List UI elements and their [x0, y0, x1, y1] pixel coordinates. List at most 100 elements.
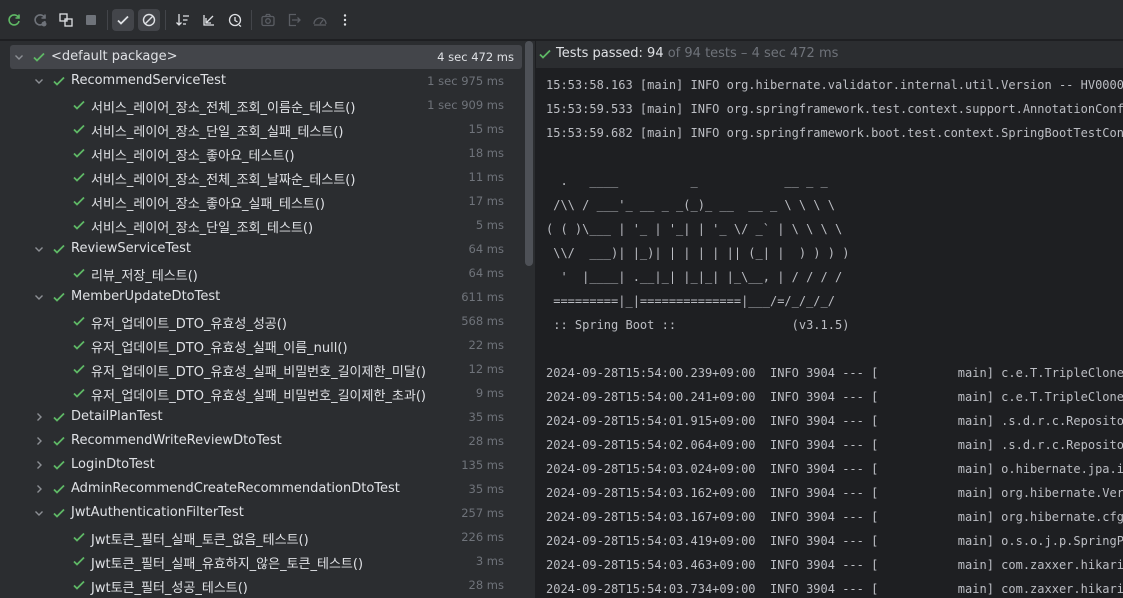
test-duration: 15 ms — [468, 122, 504, 136]
test-name: RecommendWriteReviewDtoTest — [71, 433, 282, 448]
show-ignored-icon[interactable] — [138, 9, 160, 31]
test-method-row[interactable]: 서비스_레이어_장소_단일_조회_실패_테스트() 15 ms — [0, 117, 520, 141]
test-class-row[interactable]: LoginDtoTest 135 ms — [0, 453, 520, 477]
console-line: 2024-09-28T15:54:03.162+09:00 INFO 3904 … — [546, 486, 1123, 500]
test-duration: 35 ms — [468, 410, 504, 424]
test-method-row[interactable]: 서비스_레이어_장소_단일_조회_테스트() 5 ms — [0, 213, 520, 237]
test-method-row[interactable]: 유저_업데이트_DTO_유효성_성공() 568 ms — [0, 309, 520, 333]
console-line: . ____ _ __ _ _ — [546, 174, 828, 188]
test-class-row[interactable]: DetailPlanTest 35 ms — [0, 405, 520, 429]
test-duration: 22 ms — [468, 338, 504, 352]
chevron-down-icon[interactable] — [12, 50, 26, 64]
test-package-row[interactable]: <default package> 4 sec 472 ms — [10, 45, 522, 69]
test-method-row[interactable]: Jwt토큰_필터_성공_테스트() 28 ms — [0, 573, 520, 597]
console-line: 15:53:59.682 [main] INFO org.springframe… — [546, 126, 1123, 140]
test-duration: 12 ms — [468, 362, 504, 376]
test-method-row[interactable]: 유저_업데이트_DTO_유효성_실패_비밀번호_길이제한_미달() 12 ms — [0, 357, 520, 381]
console-line: 2024-09-28T15:54:03.419+09:00 INFO 3904 … — [546, 534, 1123, 548]
toolbar-divider — [107, 10, 108, 30]
history-icon[interactable] — [224, 9, 246, 31]
test-class-row[interactable]: RecommendWriteReviewDtoTest 28 ms — [0, 429, 520, 453]
test-duration: 1 sec 975 ms — [427, 74, 504, 88]
show-passed-icon[interactable] — [112, 9, 134, 31]
test-method-row[interactable]: 서비스_레이어_장소_좋아요_테스트() 18 ms — [0, 141, 520, 165]
test-duration: 257 ms — [461, 506, 504, 520]
passed-check-icon — [52, 290, 66, 304]
test-name: ReviewServiceTest — [71, 241, 192, 256]
test-duration: 611 ms — [461, 290, 504, 304]
passed-check-icon — [52, 74, 66, 88]
test-method-row[interactable]: 유저_업데이트_DTO_유효성_실패_이름_null() 22 ms — [0, 333, 520, 357]
chevron-down-icon[interactable] — [32, 290, 46, 304]
chevron-right-icon[interactable] — [32, 434, 46, 448]
console-line: =========|_|==============|___/=/_/_/_/ — [546, 294, 835, 308]
status-prefix: Tests passed: — [556, 46, 648, 61]
passed-check-icon — [72, 266, 86, 280]
passed-check-icon — [72, 98, 86, 112]
export-icon[interactable] — [283, 9, 305, 31]
console-output[interactable]: Tests passed: 94 of 94 tests – 4 sec 472… — [536, 41, 1123, 598]
passed-check-icon — [52, 482, 66, 496]
passed-check-icon — [72, 194, 86, 208]
chevron-down-icon[interactable] — [32, 242, 46, 256]
test-method-row[interactable]: 서비스_레이어_장소_좋아요_실패_테스트() 17 ms — [0, 189, 520, 213]
test-duration: 64 ms — [468, 242, 504, 256]
passed-check-icon — [72, 170, 86, 184]
console-line: ' |____| .__|_| |_|_| |_\__, | / / / / — [546, 270, 843, 284]
coverage-icon[interactable] — [309, 9, 331, 31]
test-method-row[interactable]: 유저_업데이트_DTO_유효성_실패_비밀번호_길이제한_초과() 9 ms — [0, 381, 520, 405]
chevron-right-icon[interactable] — [32, 458, 46, 472]
test-name: DetailPlanTest — [71, 409, 163, 424]
console-line: 2024-09-28T15:54:00.241+09:00 INFO 3904 … — [546, 390, 1123, 404]
chevron-down-icon[interactable] — [32, 74, 46, 88]
test-duration: 17 ms — [468, 194, 504, 208]
test-duration: 226 ms — [461, 530, 504, 544]
test-duration: 35 ms — [468, 482, 504, 496]
toggle-auto-test-icon[interactable] — [55, 9, 77, 31]
test-class-row[interactable]: RecommendServiceTest 1 sec 975 ms — [0, 69, 520, 93]
rerun-failed-icon[interactable] — [29, 9, 51, 31]
test-method-row[interactable]: Jwt토큰_필터_실패_유효하지_않은_토큰_테스트() 3 ms — [0, 549, 520, 573]
sort-by-duration-icon[interactable] — [198, 9, 220, 31]
console-line: 2024-09-28T15:54:03.734+09:00 INFO 3904 … — [546, 582, 1123, 596]
console-line: 2024-09-28T15:54:01.915+09:00 INFO 3904 … — [546, 414, 1123, 428]
test-class-row[interactable]: AdminRecommendCreateRecommendationDtoTes… — [0, 477, 520, 501]
test-name: 유저_업데이트_DTO_유효성_실패_비밀번호_길이제한_초과() — [91, 389, 426, 404]
chevron-right-icon[interactable] — [32, 410, 46, 424]
console-line: 2024-09-28T15:54:03.463+09:00 INFO 3904 … — [546, 558, 1123, 572]
test-class-row[interactable]: ReviewServiceTest 64 ms — [0, 237, 520, 261]
passed-check-icon — [72, 386, 86, 400]
test-name: LoginDtoTest — [71, 457, 155, 472]
stop-icon[interactable] — [80, 9, 102, 31]
test-class-row[interactable]: MemberUpdateDtoTest 611 ms — [0, 285, 520, 309]
tree-scrollbar-thumb[interactable] — [525, 41, 533, 266]
screenshot-icon[interactable] — [257, 9, 279, 31]
console-line: 2024-09-28T15:54:03.167+09:00 INFO 3904 … — [546, 510, 1123, 524]
rerun-icon[interactable] — [3, 9, 25, 31]
test-name: Jwt토큰_필터_실패_토큰_없음_테스트() — [91, 533, 309, 548]
test-name: AdminRecommendCreateRecommendationDtoTes… — [71, 481, 400, 496]
console-line: 15:53:58.163 [main] INFO org.hibernate.v… — [546, 78, 1123, 92]
test-method-row[interactable]: 리뷰_저장_테스트() 64 ms — [0, 261, 520, 285]
sort-alphabetically-icon[interactable] — [172, 9, 194, 31]
chevron-down-icon[interactable] — [32, 506, 46, 520]
test-duration: 1 sec 909 ms — [427, 98, 504, 112]
test-duration: 18 ms — [468, 146, 504, 160]
test-duration: 28 ms — [468, 434, 504, 448]
test-duration: 4 sec 472 ms — [437, 50, 514, 64]
chevron-right-icon[interactable] — [32, 482, 46, 496]
test-method-row[interactable]: 서비스_레이어_장소_전체_조회_날짜순_테스트() 11 ms — [0, 165, 520, 189]
test-class-row[interactable]: JwtAuthenticationFilterTest 257 ms — [0, 501, 520, 525]
test-name: 유저_업데이트_DTO_유효성_성공() — [91, 317, 287, 332]
test-name: 유저_업데이트_DTO_유효성_실패_이름_null() — [91, 341, 348, 356]
test-method-row[interactable]: Jwt토큰_필터_실패_토큰_없음_테스트() 226 ms — [0, 525, 520, 549]
more-options-icon[interactable] — [334, 9, 356, 31]
passed-check-icon — [72, 578, 86, 592]
test-name: 유저_업데이트_DTO_유효성_실패_비밀번호_길이제한_미달() — [91, 365, 426, 380]
test-name: JwtAuthenticationFilterTest — [71, 505, 244, 520]
passed-check-icon — [72, 218, 86, 232]
test-duration: 568 ms — [461, 314, 504, 328]
test-name: MemberUpdateDtoTest — [71, 289, 221, 304]
passed-check-icon — [52, 434, 66, 448]
test-method-row[interactable]: 서비스_레이어_장소_전체_조회_이름순_테스트() 1 sec 909 ms — [0, 93, 520, 117]
